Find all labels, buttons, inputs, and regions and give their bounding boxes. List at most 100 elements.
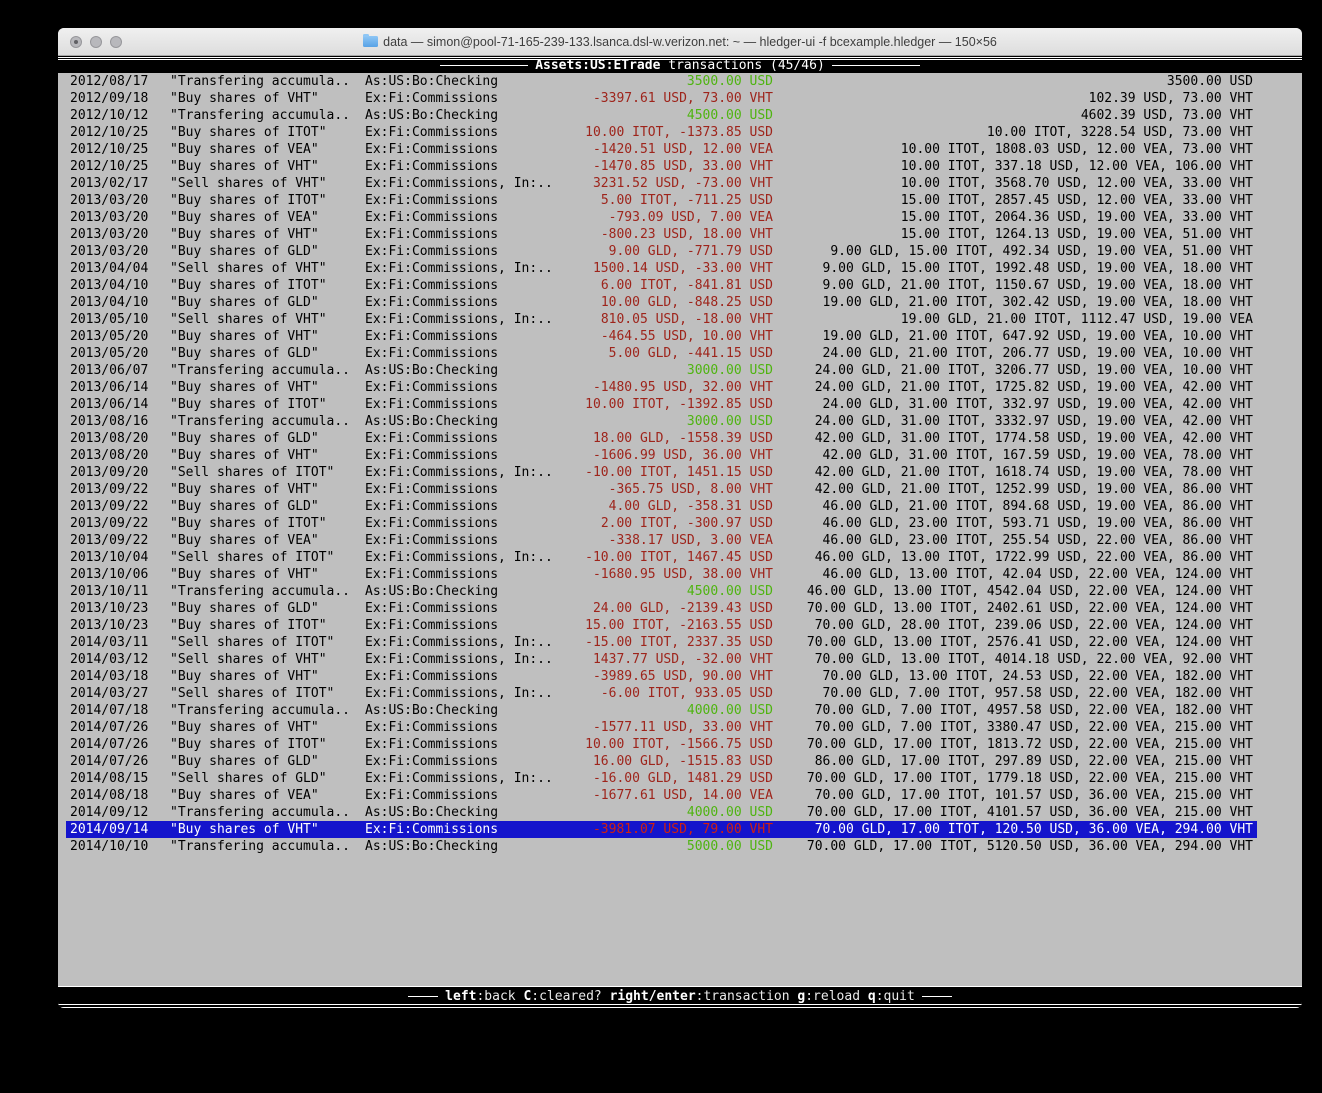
transaction-row[interactable]: 2013/03/20"Buy shares of VEA"Ex:Fi:Commi… [66,209,1257,226]
transaction-change-amount: 1437.77 USD, -32.00 VHT [593,651,773,668]
transaction-row[interactable]: 2012/10/12"Transfering accumula..As:US:B… [66,107,1257,124]
transaction-description: "Buy shares of VHT" [170,481,319,498]
transaction-change-amount: 24.00 GLD, -2139.43 USD [593,600,773,617]
transaction-description: "Buy shares of VHT" [170,668,319,685]
transaction-row[interactable]: 2013/06/14"Buy shares of ITOT"Ex:Fi:Comm… [66,396,1257,413]
transaction-running-balance: 10.00 ITOT, 3228.54 USD, 73.00 VHT [987,124,1253,141]
transaction-row[interactable]: 2014/03/27"Sell shares of ITOT"Ex:Fi:Com… [66,685,1257,702]
view-title-suffix: transactions (45/46) [660,58,824,73]
transaction-row[interactable]: 2013/04/10"Buy shares of ITOT"Ex:Fi:Comm… [66,277,1257,294]
transaction-change-amount: 1500.14 USD, -33.00 VHT [593,260,773,277]
transaction-row[interactable]: 2013/03/20"Buy shares of ITOT"Ex:Fi:Comm… [66,192,1257,209]
transaction-row[interactable]: 2013/08/16"Transfering accumula..As:US:B… [66,413,1257,430]
transaction-running-balance: 9.00 GLD, 15.00 ITOT, 492.34 USD, 19.00 … [830,243,1253,260]
transaction-change-amount: 10.00 ITOT, -1373.85 USD [585,124,773,141]
transaction-date: 2013/04/10 [70,294,148,311]
transaction-date: 2013/09/22 [70,498,148,515]
transaction-other-accounts: As:US:Bo:Checking [365,73,498,90]
transaction-date: 2013/06/14 [70,379,148,396]
window-close-button[interactable] [70,36,82,48]
transaction-other-accounts: Ex:Fi:Commissions, In:.. [365,311,553,328]
transaction-row[interactable]: 2012/10/25"Buy shares of VEA"Ex:Fi:Commi… [66,141,1257,158]
transaction-date: 2014/03/11 [70,634,148,651]
transaction-description: "Transfering accumula.. [170,838,350,855]
transaction-row[interactable]: 2013/09/22"Buy shares of VHT"Ex:Fi:Commi… [66,481,1257,498]
transaction-change-amount: 3000.00 USD [687,362,773,379]
transaction-row[interactable]: 2013/10/06"Buy shares of VHT"Ex:Fi:Commi… [66,566,1257,583]
window-titlebar[interactable]: data — simon@pool-71-165-239-133.lsanca.… [58,28,1302,56]
transaction-row[interactable]: 2014/03/11 "Sell shares of ITOT" Ex:Fi:Com… [66,634,1257,651]
transaction-row[interactable]: 2013/08/20"Buy shares of VHT"Ex:Fi:Commi… [66,447,1257,464]
transaction-row[interactable]: 2013/09/22"Buy shares of GLD"Ex:Fi:Commi… [66,498,1257,515]
transaction-date: 2012/10/12 [70,107,148,124]
transaction-running-balance: 46.00 GLD, 13.00 ITOT, 4542.04 USD, 22.0… [807,583,1253,600]
transaction-row[interactable]: 2013/06/07"Transfering accumula..As:US:B… [66,362,1257,379]
transaction-row[interactable]: 2013/10/23"Buy shares of ITOT"Ex:Fi:Comm… [66,617,1257,634]
transaction-change-amount: 6.00 ITOT, -841.81 USD [601,277,773,294]
transaction-other-accounts: As:US:Bo:Checking [365,804,498,821]
transaction-running-balance: 70.00 GLD, 28.00 ITOT, 239.06 USD, 22.00… [815,617,1253,634]
transaction-row[interactable]: 2013/09/22"Buy shares of ITOT"Ex:Fi:Comm… [66,515,1257,532]
transaction-row[interactable]: 2013/04/04"Sell shares of VHT"Ex:Fi:Comm… [66,260,1257,277]
transaction-row[interactable]: 2012/09/18"Buy shares of VHT"Ex:Fi:Commi… [66,90,1257,107]
transaction-row[interactable]: 2013/08/20"Buy shares of GLD"Ex:Fi:Commi… [66,430,1257,447]
transaction-row[interactable]: 2013/05/10"Sell shares of VHT"Ex:Fi:Comm… [66,311,1257,328]
transaction-row[interactable]: 2013/04/10"Buy shares of GLD"Ex:Fi:Commi… [66,294,1257,311]
transaction-other-accounts: Ex:Fi:Commissions [365,668,498,685]
transaction-running-balance: 24.00 GLD, 21.00 ITOT, 1725.82 USD, 19.0… [815,379,1253,396]
transaction-row[interactable]: 2014/07/18"Transfering accumula..As:US:B… [66,702,1257,719]
transaction-running-balance: 24.00 GLD, 31.00 ITOT, 3332.97 USD, 19.0… [815,413,1253,430]
transaction-running-balance: 42.00 GLD, 31.00 ITOT, 167.59 USD, 19.00… [823,447,1253,464]
transaction-row[interactable]: 2013/09/20"Sell shares of ITOT"Ex:Fi:Com… [66,464,1257,481]
transaction-other-accounts: Ex:Fi:Commissions [365,481,498,498]
transaction-row[interactable]: 2013/03/20"Buy shares of VHT"Ex:Fi:Commi… [66,226,1257,243]
transaction-row[interactable]: 2014/03/12"Sell shares of VHT"Ex:Fi:Comm… [66,651,1257,668]
transaction-date: 2013/10/23 [70,600,148,617]
window-minimize-button[interactable] [90,36,102,48]
transaction-description: "Buy shares of VHT" [170,379,319,396]
transaction-change-amount: -10.00 ITOT, 1467.45 USD [585,549,773,566]
transaction-row[interactable]: 2014/10/10"Transfering accumula..As:US:B… [66,838,1257,855]
transaction-row[interactable]: 2013/10/23"Buy shares of GLD"Ex:Fi:Commi… [66,600,1257,617]
transaction-change-amount: -10.00 ITOT, 1451.15 USD [585,464,773,481]
transaction-description: "Buy shares of ITOT" [170,736,327,753]
transaction-description: "Sell shares of ITOT" [170,634,334,651]
transaction-row[interactable]: 2012/10/25"Buy shares of ITOT"Ex:Fi:Comm… [66,124,1257,141]
transaction-description: "Buy shares of VHT" [170,158,319,175]
transaction-row[interactable]: 2013/05/20"Buy shares of VHT"Ex:Fi:Commi… [66,328,1257,345]
transaction-change-amount: 4500.00 USD [687,583,773,600]
transaction-other-accounts: Ex:Fi:Commissions [365,158,498,175]
window-zoom-button[interactable] [110,36,122,48]
transaction-running-balance: 70.00 GLD, 7.00 ITOT, 4957.58 USD, 22.00… [815,702,1253,719]
transaction-row[interactable]: 2014/07/26"Buy shares of VHT"Ex:Fi:Commi… [66,719,1257,736]
transaction-running-balance: 46.00 GLD, 21.00 ITOT, 894.68 USD, 19.00… [823,498,1253,515]
transaction-running-balance: 10.00 ITOT, 337.18 USD, 12.00 VEA, 106.0… [901,158,1253,175]
transaction-row[interactable]: 2014/08/18"Buy shares of VEA"Ex:Fi:Commi… [66,787,1257,804]
transaction-row[interactable]: 2014/07/26"Buy shares of GLD"Ex:Fi:Commi… [66,753,1257,770]
transaction-change-amount: -16.00 GLD, 1481.29 USD [593,770,773,787]
transaction-row[interactable]: 2013/05/20"Buy shares of GLD"Ex:Fi:Commi… [66,345,1257,362]
transaction-row[interactable]: 2014/03/18"Buy shares of VHT"Ex:Fi:Commi… [66,668,1257,685]
transaction-change-amount: 9.00 GLD, -771.79 USD [609,243,773,260]
transaction-running-balance: 70.00 GLD, 13.00 ITOT, 2576.41 USD, 22.0… [807,634,1253,651]
transaction-row[interactable]: 2012/08/17"Transfering accumula..As:US:B… [66,73,1257,90]
transaction-row[interactable]: 2014/08/15"Sell shares of GLD"Ex:Fi:Comm… [66,770,1257,787]
transaction-row-selected[interactable]: 2014/09/14"Buy shares of VHT"Ex:Fi:Commi… [66,821,1257,838]
transaction-row[interactable]: 2013/10/04"Sell shares of ITOT"Ex:Fi:Com… [66,549,1257,566]
transaction-other-accounts: Ex:Fi:Commissions, In:.. [365,634,553,651]
transaction-row[interactable]: 2013/03/20"Buy shares of GLD"Ex:Fi:Commi… [66,243,1257,260]
transaction-running-balance: 15.00 ITOT, 2064.36 USD, 19.00 VEA, 33.0… [901,209,1253,226]
transaction-row[interactable]: 2014/09/12"Transfering accumula..As:US:B… [66,804,1257,821]
transaction-running-balance: 4602.39 USD, 73.00 VHT [1081,107,1253,124]
transaction-row[interactable]: 2013/06/14"Buy shares of VHT"Ex:Fi:Commi… [66,379,1257,396]
transaction-row[interactable]: 2013/02/17"Sell shares of VHT"Ex:Fi:Comm… [66,175,1257,192]
transaction-running-balance: 3500.00 USD [1167,73,1253,90]
transaction-change-amount: 5.00 ITOT, -711.25 USD [601,192,773,209]
transaction-date: 2013/10/06 [70,566,148,583]
transaction-row[interactable]: 2013/10/11"Transfering accumula..As:US:B… [66,583,1257,600]
transaction-running-balance: 19.00 GLD, 21.00 ITOT, 302.42 USD, 19.00… [823,294,1253,311]
transaction-row[interactable]: 2014/07/26"Buy shares of ITOT"Ex:Fi:Comm… [66,736,1257,753]
transaction-row[interactable]: 2012/10/25"Buy shares of VHT"Ex:Fi:Commi… [66,158,1257,175]
transaction-row[interactable]: 2013/09/22"Buy shares of VEA"Ex:Fi:Commi… [66,532,1257,549]
transaction-date: 2013/08/16 [70,413,148,430]
